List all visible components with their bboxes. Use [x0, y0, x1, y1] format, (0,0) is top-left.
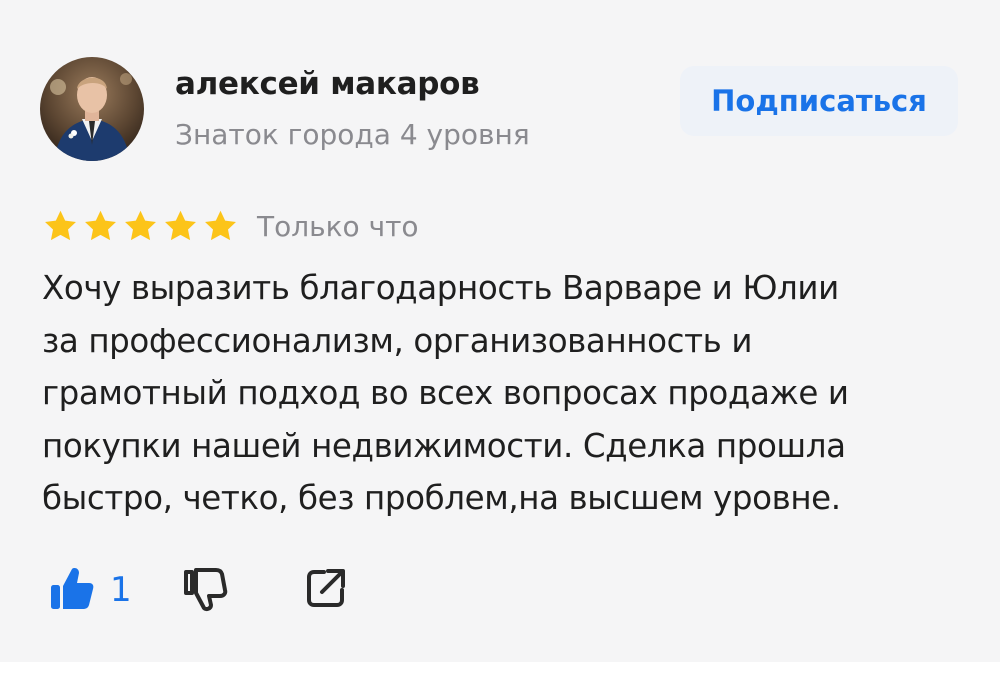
review-text-line: грамотный подход во всех вопросах продаж… — [42, 374, 849, 412]
review-text-line: за профессионализм, организованность и — [42, 321, 753, 360]
dislike-button[interactable] — [182, 564, 230, 616]
star-icon — [82, 208, 119, 244]
star-icon — [122, 208, 159, 244]
avatar-image — [40, 57, 144, 161]
star-icon — [42, 208, 79, 244]
thumbs-up-icon — [48, 564, 96, 616]
like-count: 1 — [110, 570, 132, 610]
review-actions: 1 — [48, 562, 348, 618]
author-name[interactable]: алексей макаров — [175, 66, 480, 102]
star-icon — [202, 208, 239, 244]
star-icon — [162, 208, 199, 244]
author-level: Знаток города 4 уровня — [175, 118, 530, 151]
review-text-line: Хочу выразить благодарность Варваре и Юл… — [42, 269, 839, 307]
review-card: алексей макаров Знаток города 4 уровня П… — [0, 0, 1000, 662]
star-rating — [42, 208, 239, 244]
share-icon — [304, 566, 348, 614]
like-button[interactable]: 1 — [48, 564, 132, 616]
review-text-line: покупки нашей недвижимости. Сделка прошл… — [42, 426, 846, 465]
rating-row: Только что — [42, 206, 419, 246]
subscribe-button[interactable]: Подписаться — [680, 66, 958, 136]
review-text: Хочу выразить благодарность Варваре и Юл… — [42, 262, 972, 525]
avatar[interactable] — [40, 57, 144, 161]
thumbs-down-icon — [182, 564, 230, 616]
review-text-line: быстро, четко, без проблем,на высшем уро… — [42, 479, 841, 517]
share-button[interactable] — [304, 566, 348, 614]
review-date: Только что — [257, 209, 419, 243]
